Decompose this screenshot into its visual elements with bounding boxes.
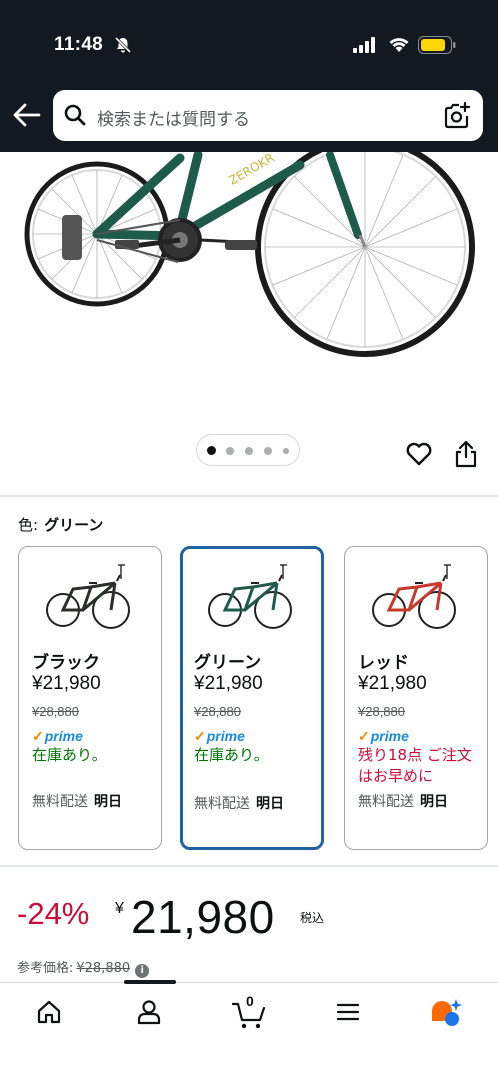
color-name: レッド [358,653,409,673]
prime-badge: ✓prime [32,728,83,745]
account-icon[interactable] [136,999,162,1025]
variation-label-text: 色: [18,516,39,534]
stock-status: 在庫あり。 [32,746,107,764]
bicycle-thumbnail-green [208,564,292,629]
bicycle-thumbnail-black [46,564,130,629]
image-pagination[interactable] [196,434,300,466]
checkmark-icon: ✓ [358,728,370,744]
section-divider [0,865,498,867]
back-arrow-icon[interactable] [12,102,42,128]
search-input[interactable]: 検索または質問する [97,105,250,130]
delivery-label: 無料配送 [358,794,414,810]
rufus-icon[interactable] [430,997,462,1029]
delivery-day: 明日 [94,794,122,810]
pagination-dot[interactable] [226,447,234,455]
menu-icon[interactable] [336,1002,360,1022]
prime-text: prime [206,728,245,744]
camera-lens-icon[interactable] [443,102,471,130]
top-header: 11:48 検索または質問する [0,0,498,152]
delivery-info: 無料配送 明日 [194,793,284,813]
prime-badge: ✓prime [194,728,245,745]
stock-status: 在庫あり。 [194,746,269,764]
reference-price-value: ¥28,880 [76,961,131,976]
checkmark-icon: ✓ [194,728,206,744]
option-price: ¥21,980 [358,673,427,694]
option-list-price: ¥28,880 [194,704,241,719]
color-name: ブラック [32,653,100,673]
prime-text: prime [370,728,409,744]
pagination-dot[interactable] [264,447,272,455]
info-icon[interactable]: i [135,964,150,978]
stock-status: 残り18点 ご注文はお早めに [358,746,472,785]
pagination-dot[interactable] [283,448,289,454]
reference-price: 参考価格: ¥28,880 i [17,957,150,978]
delivery-label: 無料配送 [194,796,250,812]
current-price: 21,980 [131,891,275,943]
delivery-label: 無料配送 [32,794,88,810]
delivery-day: 明日 [420,794,448,810]
silent-bell-icon [114,36,132,54]
option-list-price: ¥28,880 [32,704,79,719]
bicycle-thumbnail-red [372,564,456,629]
search-bar[interactable]: 検索または質問する [53,90,483,141]
bicycle-illustration: ZEROKR [24,152,475,357]
option-price: ¥21,980 [194,673,263,694]
delivery-day: 明日 [256,796,284,812]
share-icon[interactable] [454,440,478,468]
color-name: グリーン [194,653,262,673]
pagination-dot[interactable] [245,447,253,455]
prime-badge: ✓prime [358,728,409,745]
search-icon [64,104,86,126]
delivery-info: 無料配送 明日 [32,791,122,811]
prime-text: prime [44,728,83,744]
home-icon[interactable] [36,999,62,1025]
battery-icon [418,36,456,54]
wifi-icon [389,38,409,52]
product-image[interactable]: ZEROKR [0,152,498,442]
heart-icon[interactable] [405,441,433,467]
currency-symbol: ¥ [115,900,124,917]
cart-count-badge: 0 [246,993,254,1009]
option-list-price: ¥28,880 [358,704,405,719]
status-time: 11:48 [54,34,104,55]
pagination-dot[interactable] [207,446,216,455]
checkmark-icon: ✓ [32,728,44,744]
variation-label: 色: グリーン [18,514,103,535]
tax-note: 税込 [300,911,325,925]
delivery-info: 無料配送 明日 [358,791,448,811]
color-option-red[interactable]: レッド ¥21,980 ¥28,880 ✓prime 残り18点 ご注文はお早め… [344,546,488,850]
option-price: ¥21,980 [32,673,101,694]
color-option-green[interactable]: グリーン ¥21,980 ¥28,880 ✓prime 在庫あり。 無料配送 明日 [180,546,324,850]
active-tab-indicator [124,980,176,984]
selected-color-value: グリーン [44,516,104,534]
cellular-signal-icon [353,37,375,53]
color-option-black[interactable]: ブラック ¥21,980 ¥28,880 ✓prime 在庫あり。 無料配送 明日 [18,546,162,850]
reference-price-label: 参考価格: [17,961,74,976]
discount-percent: -24% [17,896,90,931]
section-divider [0,495,498,497]
